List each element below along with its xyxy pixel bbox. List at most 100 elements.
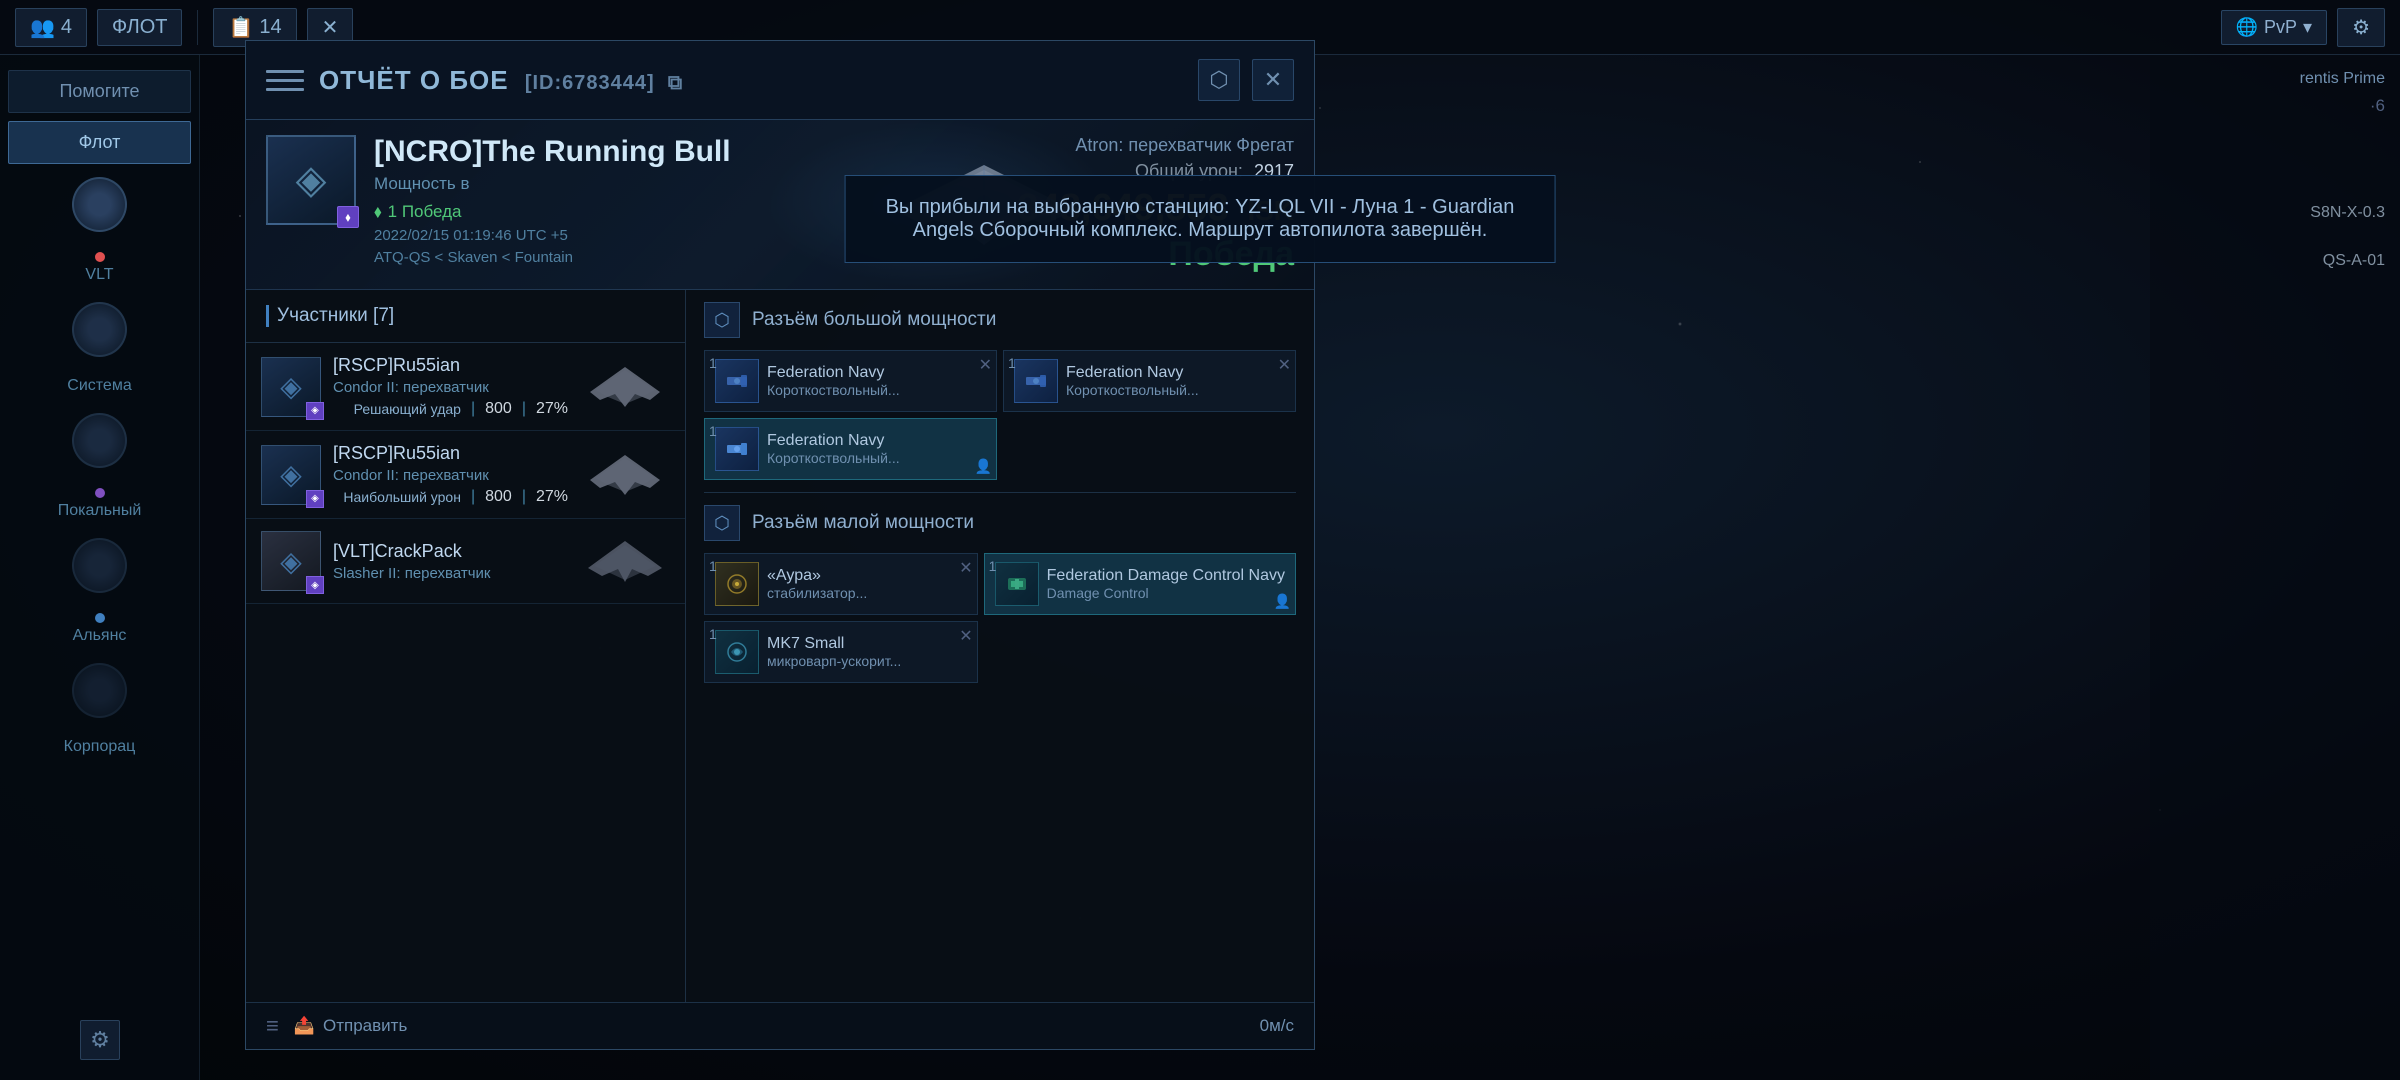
- fitting-icon-low-3: [715, 630, 759, 674]
- fitting-item-high-1[interactable]: 1 Federation Navy Короткоствольный...: [704, 350, 997, 412]
- modal-title: ОТЧЁТ О БОЕ [ID:6783444] ⧉: [319, 65, 683, 96]
- fitting-sub-low-3: микроварп-ускорит...: [767, 653, 967, 669]
- low-power-grid: 1 «Аура» стабилизатор... ✕: [704, 553, 1296, 683]
- fitting-person-low-2: 👤: [1274, 593, 1291, 610]
- pvp-globe-icon: 🌐: [2236, 17, 2258, 38]
- modal-actions: ⬡ ✕: [1198, 59, 1294, 101]
- send-button[interactable]: 📤 Отправить: [294, 1016, 407, 1036]
- total-damage-label: Общий урон: 2917: [1017, 161, 1294, 182]
- fitting-num-2: 1: [1008, 355, 1016, 371]
- fitting-sub-low-2: Damage Control: [1047, 585, 1285, 601]
- sidebar-dot-purple: [95, 488, 105, 498]
- participant-info-1: [RSCP]Ru55ian Condor II: перехватчик Реш…: [333, 355, 568, 418]
- right-spacer: S8N-X-0.3 QS-A-01: [2165, 204, 2385, 270]
- high-power-grid: 1 Federation Navy Короткоствольный...: [704, 350, 1296, 480]
- profile-subtitle: Мощность в: [374, 174, 731, 194]
- right-location-3: QS-A-01: [2165, 252, 2385, 270]
- fitting-info-2: Federation Navy Короткоствольный...: [1066, 364, 1285, 398]
- pvp-button[interactable]: 🌐 PvP ▾: [2221, 10, 2327, 45]
- participant-pct-2: 27%: [536, 488, 568, 506]
- profile-location: ATQ-QS < Skaven < Fountain: [374, 249, 731, 266]
- participant-ship-icon-3: [580, 536, 670, 586]
- fitting-item-high-3[interactable]: 1 Federation Navy Короткоствольный...: [704, 418, 997, 480]
- sidebar-help[interactable]: Помогите: [8, 70, 191, 113]
- participant-ship-3: Slasher II: перехватчик: [333, 565, 568, 582]
- participant-item[interactable]: ◈ [RSCP]Ru55ian Condor II: перехватчик Р…: [246, 343, 685, 431]
- participant-damage-1: 800: [485, 400, 512, 418]
- fitting-sub-1: Короткоствольный...: [767, 382, 986, 398]
- participants-title: Участники [7]: [277, 305, 394, 327]
- filter-icon: ⚙: [2352, 15, 2370, 40]
- settings-button[interactable]: ⚙: [80, 1020, 120, 1060]
- sidebar-avatar-5: [72, 663, 127, 718]
- sidebar-corp-label: Корпорац: [64, 738, 136, 756]
- fitting-item-low-1[interactable]: 1 «Аура» стабилизатор... ✕: [704, 553, 978, 615]
- profile-banner: ⬧ [NCRO]The Running Bull Мощность в 1 По…: [246, 120, 1314, 290]
- modal-close-button[interactable]: ✕: [1252, 59, 1294, 101]
- sidebar-local-label: Покальный: [58, 502, 142, 520]
- participant-name-3: [VLT]CrackPack: [333, 541, 568, 562]
- speed-display: 0м/с: [1260, 1016, 1294, 1036]
- right-panel: rentis Prime ·6 S8N-X-0.3 QS-A-01: [2150, 55, 2400, 1080]
- participant-stats-2: Наибольший урон | 800 | 27%: [333, 488, 568, 506]
- fitting-icon-low-2: [995, 562, 1039, 606]
- modal-main-content: Участники [7] ◈ [RSCP]Ru55ian Condor II:…: [246, 290, 1314, 1002]
- fitting-item-low-3[interactable]: 1 MK7 Small микроварп-ускорит...: [704, 621, 978, 683]
- participant-ship-icon-1: [580, 362, 670, 412]
- fitting-close-1[interactable]: ✕: [979, 355, 992, 375]
- profile-corp-badge: ⬧: [337, 206, 359, 228]
- fleet-tab[interactable]: ФЛОТ: [97, 9, 182, 46]
- high-power-section: ⬡ Разъём большой мощности 1: [686, 290, 1314, 492]
- fitting-num-1: 1: [709, 355, 717, 371]
- top-divider-1: [197, 10, 198, 45]
- fitting-num-3: 1: [709, 423, 717, 439]
- high-power-header: ⬡ Разъём большой мощности: [704, 302, 1296, 338]
- isk-value: 348,649,553 ISK: [1017, 187, 1294, 230]
- participant-badge-1: ◈: [306, 402, 324, 420]
- modal-menu-button[interactable]: [266, 61, 304, 99]
- participant-role-1: Решающий удар: [354, 401, 461, 417]
- participant-item-3[interactable]: ◈ [VLT]CrackPack Slasher II: перехватчик: [246, 519, 685, 604]
- modal-external-button[interactable]: ⬡: [1198, 59, 1240, 101]
- fitting-info-low-2: Federation Damage Control Navy Damage Co…: [1047, 567, 1285, 601]
- sidebar-fleet-label: Флот: [79, 132, 121, 152]
- sidebar-local: Покальный: [8, 486, 191, 520]
- profile-date: 2022/02/15 01:19:46 UTC +5: [374, 227, 731, 244]
- bottom-menu-icon: ≡: [266, 1013, 279, 1039]
- menu-line-3: [266, 88, 304, 91]
- participant-item-2[interactable]: ◈ [RSCP]Ru55ian Condor II: перехватчик Н…: [246, 431, 685, 519]
- participant-pct-1: 27%: [536, 400, 568, 418]
- sidebar-vlt: VLT: [8, 250, 191, 284]
- fitting-close-2[interactable]: ✕: [1278, 355, 1291, 375]
- participant-info-3: [VLT]CrackPack Slasher II: перехватчик: [333, 541, 568, 582]
- group-count: 4: [61, 16, 72, 39]
- fitting-icon-1: [715, 359, 759, 403]
- fitting-close-low-3[interactable]: ✕: [959, 626, 972, 646]
- modal-copy-icon[interactable]: ⧉: [668, 72, 683, 94]
- group-button[interactable]: 👥 4: [15, 8, 87, 47]
- modal-title-text: ОТЧЁТ О БОЕ: [319, 65, 509, 95]
- pvp-dropdown-icon: ▾: [2303, 17, 2312, 38]
- fitting-name-low-3: MK7 Small: [767, 635, 967, 653]
- total-damage-value: 2917: [1254, 161, 1294, 181]
- fitting-info-1: Federation Navy Короткоствольный...: [767, 364, 986, 398]
- low-power-section: ⬡ Разъём малой мощности 1: [686, 493, 1314, 695]
- fitting-info-low-3: MK7 Small микроварп-ускорит...: [767, 635, 967, 669]
- participants-panel: Участники [7] ◈ [RSCP]Ru55ian Condor II:…: [246, 290, 686, 1002]
- sidebar-fleet[interactable]: Флот: [8, 121, 191, 164]
- filter-button[interactable]: ⚙: [2337, 8, 2385, 47]
- fitting-item-high-2[interactable]: 1 Federation Navy Короткоствольный...: [1003, 350, 1296, 412]
- participants-header: Участники [7]: [246, 290, 685, 343]
- sidebar-vlt-label: VLT: [85, 266, 113, 284]
- fitting-person-3: 👤: [975, 458, 992, 475]
- sidebar-avatar-1: [72, 177, 127, 232]
- fitting-item-low-2[interactable]: 1 Federation Damage Control Navy Da: [984, 553, 1296, 615]
- participant-badge-2: ◈: [306, 490, 324, 508]
- fitting-close-low-1[interactable]: ✕: [959, 558, 972, 578]
- profile-avatar: ⬧: [266, 135, 356, 225]
- high-power-label: Разъём большой мощности: [752, 309, 996, 331]
- sidebar-avatar-3: [72, 413, 127, 468]
- right-location-1: rentis Prime: [2165, 70, 2385, 88]
- isk-currency: ISK: [1247, 195, 1294, 226]
- modal-close-icon: ✕: [1264, 67, 1282, 93]
